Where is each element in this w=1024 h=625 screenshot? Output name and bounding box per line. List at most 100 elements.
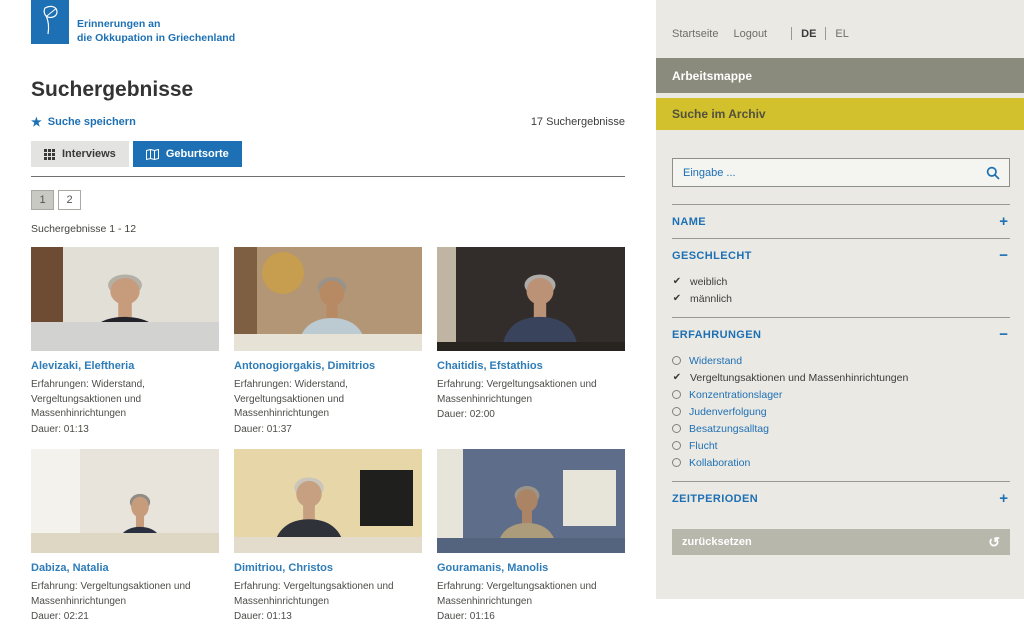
checkmark-icon (672, 458, 681, 467)
expand-toggle-icon[interactable]: + (999, 214, 1008, 229)
filter-section-header[interactable]: GESCHLECHT − (672, 239, 1010, 272)
interview-duration: Dauer: 01:37 (234, 423, 422, 438)
filter-option[interactable]: ✔ weiblich (672, 273, 1010, 290)
filter-list: NAME + GESCHLECHT − ✔ weiblich ✔ männlic… (672, 204, 1010, 515)
interview-name-link[interactable]: Chaitidis, Efstathios (437, 360, 625, 372)
filter-section-label: ERFAHRUNGEN (672, 329, 761, 341)
interview-name-link[interactable]: Dimitriou, Christos (234, 562, 422, 574)
filter-option[interactable]: Besatzungsalltag (672, 420, 1010, 437)
interview-experiences: Erfahrung: Vergeltungsaktionen und Masse… (437, 378, 625, 407)
save-search-link[interactable]: ★ Suche speichern (31, 116, 136, 128)
filter-section: ERFAHRUNGEN − Widerstand ✔ Vergeltungsak… (672, 317, 1010, 481)
filter-section: ZEITPERIODEN + (672, 481, 1010, 515)
interview-experiences: Erfahrung: Vergeltungsaktionen und Masse… (437, 580, 625, 609)
expand-toggle-icon[interactable]: − (999, 327, 1008, 342)
interview-thumbnail[interactable] (31, 247, 219, 351)
checkmark-icon (672, 424, 681, 433)
filter-section-header[interactable]: ZEITPERIODEN + (672, 482, 1010, 515)
main-content: Erinnerungen an die Okkupation in Griech… (0, 0, 656, 599)
thumbnail-foreground-detail (437, 342, 625, 351)
filter-option[interactable]: Kollaboration (672, 454, 1010, 471)
site-logo[interactable] (31, 0, 69, 44)
tab-interviews[interactable]: Interviews (31, 141, 129, 167)
thumbnail-foreground-detail (31, 533, 219, 554)
filter-options: ✔ weiblich ✔ männlich (672, 272, 1010, 317)
separator (825, 27, 826, 40)
save-search-label: Suche speichern (48, 116, 136, 128)
search-panel: NAME + GESCHLECHT − ✔ weiblich ✔ männlic… (656, 130, 1024, 555)
page: Erinnerungen an die Okkupation in Griech… (0, 0, 1024, 599)
page-title: Suchergebnisse (31, 78, 625, 102)
interview-name-link[interactable]: Dabiza, Natalia (31, 562, 219, 574)
tab-geburtsorte[interactable]: Geburtsorte (133, 141, 242, 167)
divider (31, 176, 625, 177)
interview-name-link[interactable]: Antonogiorgakis, Dimitrios (234, 360, 422, 372)
reset-button[interactable]: zurücksetzen ↺ (672, 529, 1010, 555)
lang-el[interactable]: EL (835, 28, 848, 40)
checkmark-icon (672, 356, 681, 365)
sidebar: Startseite Logout DE EL Arbeitsmappe Suc… (656, 0, 1024, 599)
interview-thumbnail[interactable] (234, 449, 422, 553)
thumbnail-background-detail (59, 454, 101, 496)
thumbnail-foreground-detail (31, 322, 219, 351)
lang-de[interactable]: DE (801, 28, 816, 40)
poppy-flower-icon (38, 4, 62, 41)
site-title[interactable]: Erinnerungen an die Okkupation in Griech… (77, 17, 235, 45)
page-button-1[interactable]: 1 (31, 190, 54, 210)
thumbnail-foreground-detail (234, 334, 422, 352)
filter-option-label: weiblich (690, 276, 727, 288)
checkmark-icon (672, 390, 681, 399)
filter-section-header[interactable]: ERFAHRUNGEN − (672, 318, 1010, 351)
results-grid: Alevizaki, Eleftheria Erfahrungen: Wider… (31, 247, 625, 625)
filter-section-label: ZEITPERIODEN (672, 493, 758, 505)
interview-thumbnail[interactable] (31, 449, 219, 553)
interview-thumbnail[interactable] (437, 449, 625, 553)
interview-duration: Dauer: 02:00 (437, 408, 625, 423)
results-range: Suchergebnisse 1 - 12 (31, 223, 625, 235)
interview-experiences: Erfahrungen: Widerstand, Vergeltungsakti… (31, 378, 219, 422)
filter-option-label: Besatzungsalltag (689, 423, 769, 435)
filter-section-header[interactable]: NAME + (672, 205, 1010, 238)
expand-toggle-icon[interactable]: − (999, 248, 1008, 263)
interview-experiences: Erfahrung: Vergeltungsaktionen und Masse… (234, 580, 422, 609)
thumbnail-background-detail (563, 470, 616, 526)
filter-option[interactable]: Flucht (672, 437, 1010, 454)
filter-option-label: Kollaboration (689, 457, 750, 469)
interview-experiences: Erfahrung: Vergeltungsaktionen und Masse… (31, 580, 219, 609)
filter-option[interactable]: Widerstand (672, 352, 1010, 369)
filter-option[interactable]: ✔ Vergeltungsaktionen und Massenhinricht… (672, 369, 1010, 386)
expand-toggle-icon[interactable]: + (999, 491, 1008, 506)
checkmark-icon (672, 441, 681, 450)
interview-duration: Dauer: 01:16 (437, 610, 625, 625)
thumbnail-foreground-detail (234, 537, 422, 554)
interview-thumbnail[interactable] (437, 247, 625, 351)
site-header: Erinnerungen an die Okkupation in Griech… (31, 0, 625, 45)
thumbnail-background-detail (360, 470, 413, 526)
filter-option[interactable]: Judenverfolgung (672, 403, 1010, 420)
interview-name-link[interactable]: Gouramanis, Manolis (437, 562, 625, 574)
page-button-2[interactable]: 2 (58, 190, 81, 210)
interview-thumbnail[interactable] (234, 247, 422, 351)
tab-interviews-label: Interviews (62, 148, 116, 160)
filter-options: Widerstand ✔ Vergeltungsaktionen und Mas… (672, 351, 1010, 481)
thumbnail-background-detail (437, 247, 456, 351)
thumbnail-foreground-detail (437, 538, 625, 554)
result-card: Antonogiorgakis, Dimitrios Erfahrungen: … (234, 247, 422, 437)
suche-im-archiv-bar[interactable]: Suche im Archiv (656, 98, 1024, 130)
nav-startseite[interactable]: Startseite (672, 28, 718, 40)
search-icon[interactable] (986, 166, 1009, 180)
filter-section: NAME + (672, 204, 1010, 238)
star-icon: ★ (31, 116, 42, 128)
filter-option[interactable]: Konzentrationslager (672, 386, 1010, 403)
filter-option[interactable]: ✔ männlich (672, 290, 1010, 307)
tab-geburtsorte-label: Geburtsorte (166, 148, 229, 160)
interview-name-link[interactable]: Alevizaki, Eleftheria (31, 360, 219, 372)
filter-option-label: Konzentrationslager (689, 389, 782, 401)
nav-logout[interactable]: Logout (733, 28, 767, 40)
search-input[interactable] (673, 167, 986, 179)
filter-option-label: Widerstand (689, 355, 742, 367)
pagination: 1 2 (31, 190, 625, 210)
filter-section-label: NAME (672, 216, 706, 228)
arbeitsmappe-bar[interactable]: Arbeitsmappe (656, 58, 1024, 93)
view-tabs: Interviews Geburtsorte (31, 141, 625, 167)
